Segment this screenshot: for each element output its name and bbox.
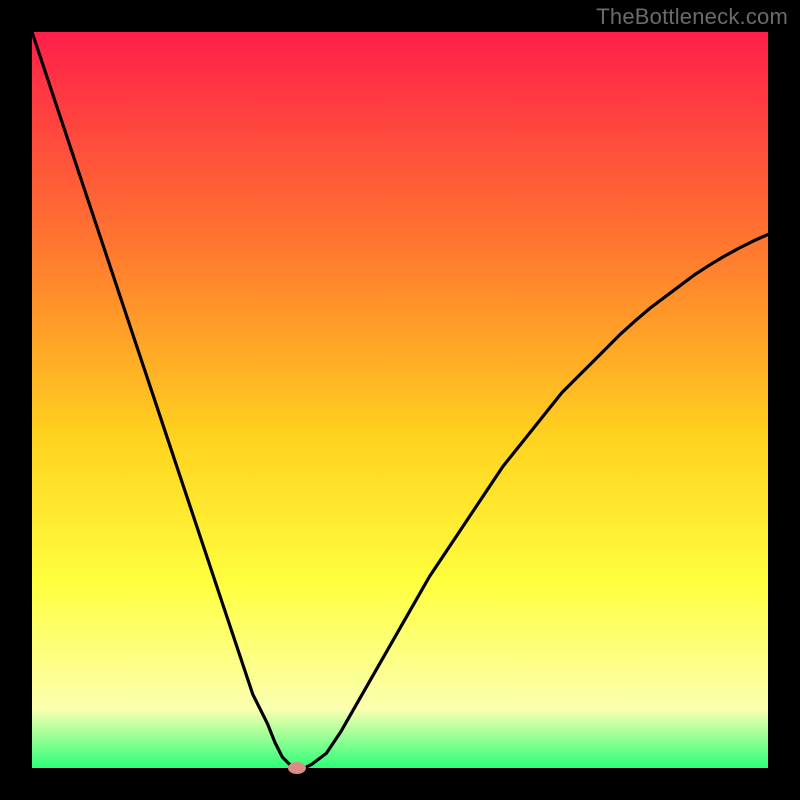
minimum-dot xyxy=(288,762,306,774)
chart-stage: { "watermark": "TheBottleneck.com", "col… xyxy=(0,0,800,800)
plot-area xyxy=(32,32,768,768)
bottleneck-chart xyxy=(0,0,800,800)
watermark-text: TheBottleneck.com xyxy=(596,4,788,30)
